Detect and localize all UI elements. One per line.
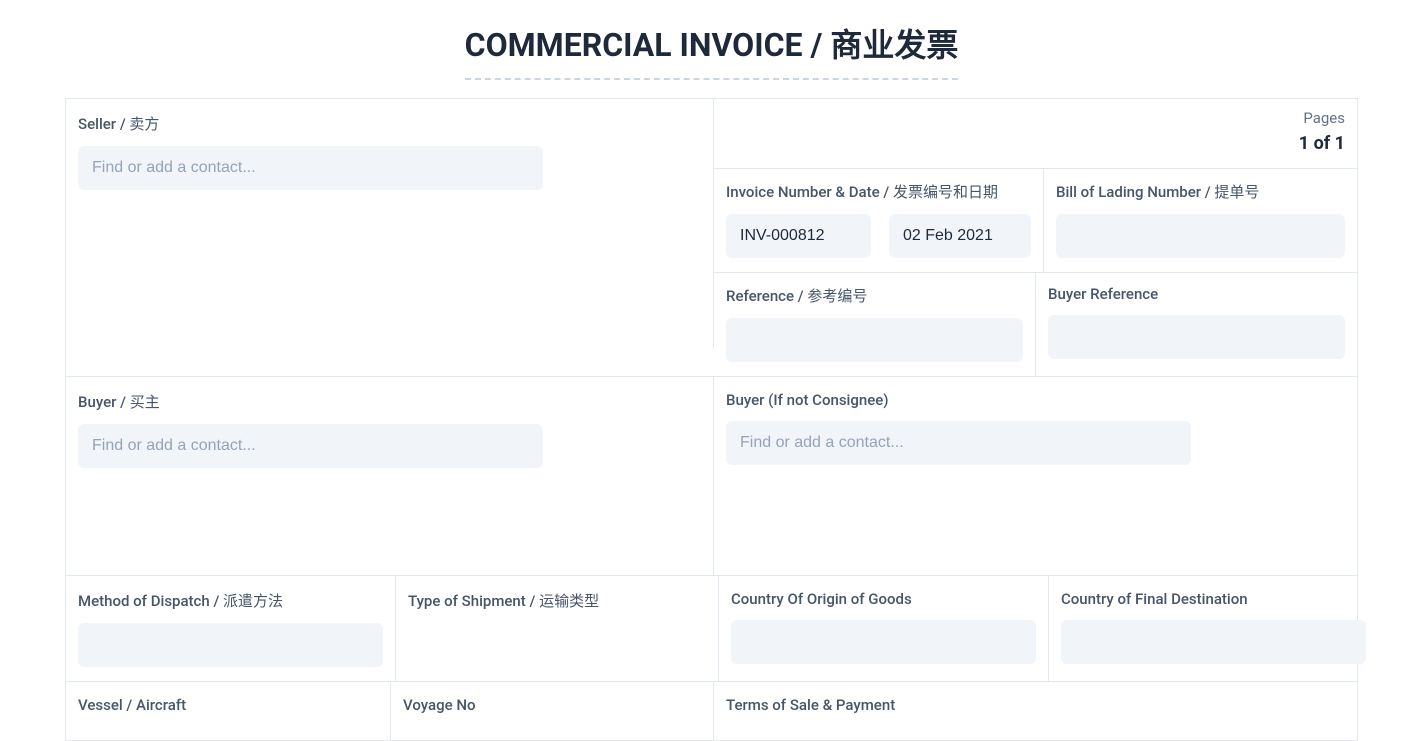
method-of-dispatch-label: Method of Dispatch / 派遣方法 [78, 590, 383, 611]
method-of-dispatch-cell: Method of Dispatch / 派遣方法 [66, 576, 396, 681]
type-of-shipment-label: Type of Shipment / 运输类型 [408, 590, 706, 611]
buyer-input[interactable] [78, 424, 543, 468]
page-title: COMMERCIAL INVOICE / 商业发票 [465, 20, 959, 80]
reference-cell: Reference / 参考编号 [714, 273, 1036, 376]
reference-label: Reference / 参考编号 [726, 285, 1023, 306]
pages-label: Pages [726, 109, 1345, 127]
bill-of-lading-cell: Bill of Lading Number / 提单号 [1044, 169, 1357, 272]
pages-value: 1 of 1 [1299, 133, 1345, 154]
country-origin-label: Country Of Origin of Goods [731, 590, 1036, 608]
buyer-cell: Buyer / 买主 [66, 377, 714, 575]
bill-of-lading-input[interactable] [1056, 214, 1345, 258]
method-of-dispatch-input[interactable] [78, 623, 383, 667]
buyer-reference-cell: Buyer Reference [1036, 273, 1357, 376]
buyer-label: Buyer / 买主 [78, 391, 701, 412]
voyage-no-cell: Voyage No [391, 682, 714, 740]
seller-label: Seller / 卖方 [78, 113, 701, 134]
vessel-aircraft-label: Vessel / Aircraft [78, 696, 378, 714]
buyer-reference-label: Buyer Reference [1048, 285, 1345, 303]
buyer-reference-input[interactable] [1048, 315, 1345, 359]
buyer-not-consignee-label: Buyer (If not Consignee) [726, 391, 1345, 409]
invoice-form: Seller / 卖方 Pages 1 of 1 Invoice Number … [65, 98, 1358, 741]
country-origin-cell: Country Of Origin of Goods [719, 576, 1049, 681]
country-final-cell: Country of Final Destination [1049, 576, 1378, 681]
pages-cell: Pages 1 of 1 [714, 99, 1357, 168]
right-top-block: Pages 1 of 1 Invoice Number & Date / 发票编… [714, 99, 1357, 376]
country-origin-input[interactable] [731, 620, 1036, 664]
vessel-aircraft-cell: Vessel / Aircraft [66, 682, 391, 740]
invoice-date-input[interactable] [889, 214, 1031, 258]
invoice-number-input[interactable] [726, 214, 871, 258]
buyer-not-consignee-cell: Buyer (If not Consignee) [714, 377, 1357, 575]
invoice-number-date-cell: Invoice Number & Date / 发票编号和日期 [714, 169, 1044, 272]
type-of-shipment-cell: Type of Shipment / 运输类型 [396, 576, 719, 681]
invoice-number-date-label: Invoice Number & Date / 发票编号和日期 [726, 181, 1031, 202]
bill-of-lading-label: Bill of Lading Number / 提单号 [1056, 181, 1345, 202]
seller-input[interactable] [78, 146, 543, 190]
terms-sale-payment-label: Terms of Sale & Payment [726, 696, 1345, 714]
voyage-no-label: Voyage No [403, 696, 701, 714]
country-final-input[interactable] [1061, 620, 1366, 664]
reference-input[interactable] [726, 318, 1023, 362]
seller-cell: Seller / 卖方 [66, 99, 714, 349]
terms-sale-payment-cell: Terms of Sale & Payment [714, 682, 1357, 740]
buyer-not-consignee-input[interactable] [726, 421, 1191, 465]
country-final-label: Country of Final Destination [1061, 590, 1366, 608]
